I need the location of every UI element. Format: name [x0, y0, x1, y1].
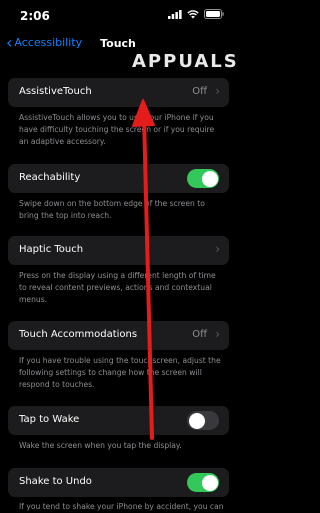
row-footer: Swipe down on the bottom edge of the scr… — [19, 199, 205, 220]
row-label: Tap to Wake — [19, 414, 80, 425]
chevron-right-icon: › — [215, 242, 220, 256]
signal-icon — [168, 9, 182, 19]
row-touch-accommodations[interactable]: Touch Accommodations Off › — [8, 321, 229, 350]
shake-to-undo-toggle[interactable] — [187, 473, 219, 492]
wifi-icon — [187, 9, 199, 18]
row-footer: Press on the display using a different l… — [19, 271, 216, 304]
row-label: AssistiveTouch — [19, 86, 92, 97]
status-bar: 2:06 — [0, 0, 236, 32]
status-time: 2:06 — [20, 9, 50, 23]
row-label: Haptic Touch — [19, 244, 84, 255]
row-value: Off — [192, 329, 207, 340]
chevron-right-icon: › — [215, 327, 220, 341]
toggle-knob — [201, 474, 218, 491]
page-title: Touch — [100, 37, 136, 50]
row-haptic-touch[interactable]: Haptic Touch › — [8, 236, 229, 265]
row-assistivetouch[interactable]: AssistiveTouch Off › — [8, 78, 229, 107]
row-footer: If you have trouble using the touchscree… — [19, 356, 221, 389]
row-reachability: Reachability — [8, 164, 229, 193]
reachability-toggle[interactable] — [187, 169, 219, 188]
row-shake-to-undo: Shake to Undo — [8, 468, 229, 497]
row-footer: AssistiveTouch allows you to use your iP… — [19, 113, 215, 146]
row-label: Reachability — [19, 172, 81, 183]
row-tap-to-wake: Tap to Wake — [8, 406, 229, 435]
battery-icon — [204, 9, 224, 19]
row-label: Shake to Undo — [19, 476, 92, 487]
tap-to-wake-toggle[interactable] — [187, 411, 219, 430]
row-footer: If you tend to shake your iPhone by acci… — [19, 502, 224, 511]
toggle-knob — [201, 170, 218, 187]
row-value: Off — [192, 86, 207, 97]
toggle-knob — [188, 412, 205, 429]
row-label: Touch Accommodations — [19, 329, 138, 340]
status-icons — [168, 9, 224, 19]
chevron-right-icon: › — [215, 84, 220, 98]
row-footer: Wake the screen when you tap the display… — [19, 441, 182, 450]
watermark-logo: APPUALS — [132, 51, 239, 72]
